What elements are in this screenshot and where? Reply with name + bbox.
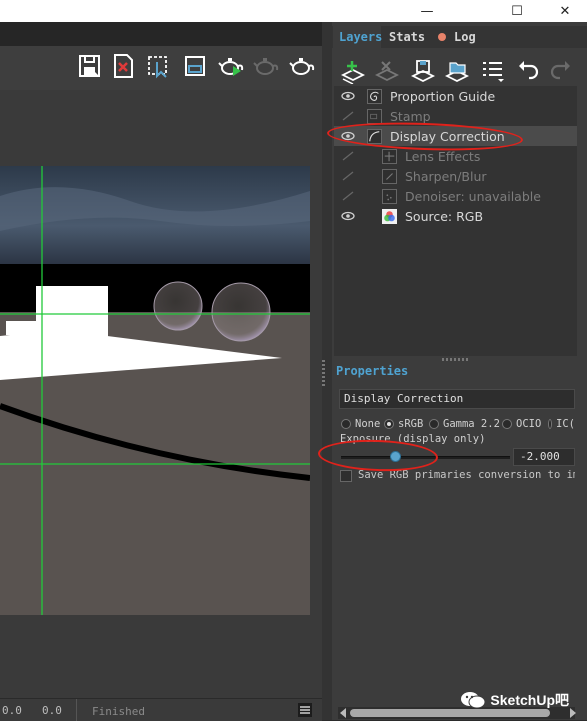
spiral-icon bbox=[367, 88, 382, 104]
radio-dot bbox=[341, 419, 351, 429]
exposure-slider-handle[interactable] bbox=[390, 451, 402, 462]
exposure-spinbox[interactable]: -2.000 bbox=[513, 448, 575, 466]
properties-title: Display Correction bbox=[339, 389, 575, 409]
watermark: SketchUp吧 bbox=[460, 690, 569, 710]
close-image-icon[interactable] bbox=[110, 52, 136, 80]
tab-layers[interactable]: Layers bbox=[333, 26, 383, 48]
undo-icon[interactable] bbox=[515, 58, 541, 84]
layer-list-menu-icon[interactable] bbox=[480, 58, 506, 84]
mode-label: OCIO bbox=[516, 418, 542, 430]
layer-label: Lens Effects bbox=[405, 148, 481, 164]
mode-radio-ocio[interactable]: OCIO bbox=[502, 417, 541, 431]
lens-icon bbox=[382, 148, 397, 164]
close-window-button[interactable]: ✕ bbox=[543, 0, 587, 22]
window-title-bar: — ☐ ✕ bbox=[0, 0, 587, 22]
stamp-icon bbox=[367, 108, 382, 124]
layer-row[interactable]: Sharpen/Blur bbox=[334, 166, 577, 186]
eye-icon[interactable] bbox=[340, 208, 356, 224]
layer-label: Source: RGB bbox=[405, 208, 484, 224]
render-image bbox=[0, 166, 310, 615]
scroll-right-arrow-icon[interactable] bbox=[570, 708, 576, 718]
save-icon[interactable] bbox=[77, 52, 103, 80]
render-viewport[interactable] bbox=[0, 166, 310, 615]
radio-dot bbox=[429, 419, 439, 429]
tab-log[interactable]: Log bbox=[432, 26, 490, 48]
layer-label: Proportion Guide bbox=[390, 88, 496, 104]
layer-label: Sharpen/Blur bbox=[405, 168, 487, 184]
radio-dot bbox=[502, 419, 512, 429]
eye-hidden-icon[interactable] bbox=[340, 168, 356, 184]
tab-log-label: Log bbox=[454, 30, 476, 44]
eye-hidden-icon[interactable] bbox=[340, 108, 356, 124]
scroll-left-arrow-icon[interactable] bbox=[340, 708, 346, 718]
menu-strip bbox=[0, 22, 322, 46]
mode-radio-none[interactable]: None bbox=[341, 417, 380, 431]
watermark-text: SketchUp吧 bbox=[490, 692, 569, 708]
status-value-1: 0.0 bbox=[2, 704, 22, 717]
load-layer-icon[interactable] bbox=[444, 58, 470, 84]
properties-header: Properties bbox=[336, 364, 409, 378]
mode-label: IC( bbox=[556, 418, 575, 430]
mode-label: None bbox=[355, 418, 381, 430]
remove-layer-icon bbox=[374, 61, 400, 82]
denoise-icon bbox=[382, 188, 397, 204]
menu-lines-icon[interactable] bbox=[298, 703, 312, 717]
save-layer-icon[interactable] bbox=[410, 58, 436, 84]
sharpen-icon bbox=[382, 168, 397, 184]
save-primaries-label: Save RGB primaries conversion to ima bbox=[358, 469, 575, 481]
eye-hidden-icon[interactable] bbox=[340, 148, 356, 164]
selection-icon[interactable] bbox=[145, 52, 171, 80]
save-primaries-checkbox[interactable] bbox=[340, 470, 352, 482]
eye-icon[interactable] bbox=[340, 128, 356, 144]
status-divider bbox=[76, 699, 77, 721]
mode-radio-gamma[interactable]: Gamma 2.2 bbox=[429, 417, 500, 431]
exposure-slider[interactable] bbox=[341, 456, 510, 459]
mode-label: Gamma 2.2 bbox=[443, 418, 500, 430]
eye-icon[interactable] bbox=[340, 88, 356, 104]
tab-stats[interactable]: Stats bbox=[383, 26, 428, 48]
status-value-2: 0.0 bbox=[42, 704, 62, 717]
layer-label: Stamp bbox=[390, 108, 431, 124]
add-layer-icon[interactable] bbox=[340, 58, 366, 84]
minimize-button[interactable]: — bbox=[405, 0, 449, 22]
mode-radio-srgb[interactable]: sRGB bbox=[384, 417, 423, 431]
teapot-icon[interactable] bbox=[289, 52, 315, 80]
layer-label: Display Correction bbox=[390, 128, 505, 144]
layer-row[interactable]: Proportion Guide bbox=[334, 86, 577, 106]
layer-label: Denoiser: unavailable bbox=[405, 188, 541, 204]
curve-icon bbox=[367, 128, 382, 144]
panel-splitter[interactable] bbox=[322, 22, 332, 720]
teapot-disabled-icon bbox=[253, 58, 279, 75]
rgb-source-icon bbox=[382, 208, 397, 224]
maximize-button[interactable]: ☐ bbox=[495, 0, 539, 22]
layer-row[interactable]: Stamp bbox=[334, 106, 577, 126]
layer-row[interactable]: Denoiser: unavailable bbox=[334, 186, 577, 206]
layer-row[interactable]: Source: RGB bbox=[334, 206, 577, 226]
eye-hidden-icon[interactable] bbox=[340, 188, 356, 204]
mode-radio-icc[interactable]: IC( bbox=[548, 417, 575, 431]
layer-row-selected[interactable]: Display Correction bbox=[334, 126, 577, 146]
teapot-render-icon[interactable] bbox=[218, 52, 244, 80]
mode-label: sRGB bbox=[398, 418, 424, 430]
redo-icon bbox=[550, 61, 570, 80]
radio-dot bbox=[548, 419, 553, 429]
status-text: Finished bbox=[92, 705, 145, 718]
radio-dot-selected bbox=[384, 419, 394, 429]
wechat-icon bbox=[461, 692, 486, 709]
tab-layers-label: Layers bbox=[339, 30, 383, 44]
log-status-dot bbox=[438, 33, 446, 41]
tab-stats-label: Stats bbox=[389, 30, 426, 44]
status-bar: 0.0 0.0 Finished bbox=[0, 698, 322, 721]
frame-icon[interactable] bbox=[182, 52, 208, 80]
exposure-label: Exposure (display only) bbox=[340, 433, 486, 445]
vertical-splitter-handle[interactable] bbox=[442, 358, 470, 361]
scrollbar-thumb[interactable] bbox=[350, 709, 550, 717]
layer-row[interactable]: Lens Effects bbox=[334, 146, 577, 166]
